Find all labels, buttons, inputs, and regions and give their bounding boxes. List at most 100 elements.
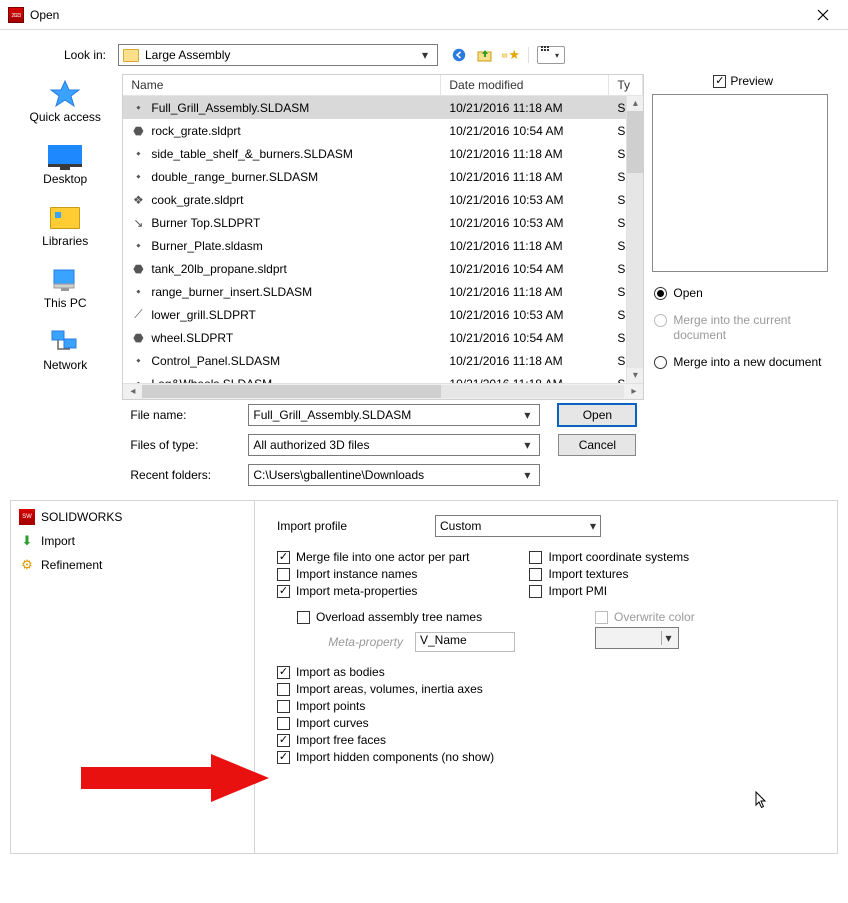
file-name: double_range_burner.SLDASM [151, 170, 318, 184]
file-list: Name Date modified Ty ⬩Full_Grill_Assemb… [122, 74, 644, 400]
file-name: cook_grate.sldprt [151, 193, 243, 207]
place-pc[interactable]: This PC [12, 266, 118, 310]
place-lib[interactable]: Libraries [12, 204, 118, 248]
title-bar: Open [0, 0, 848, 30]
side-solidworks[interactable]: SW SOLIDWORKS [11, 505, 254, 529]
recent-combo[interactable]: C:\Users\gballentine\Downloads ▾ [248, 464, 540, 486]
chk-overload-label: Overload assembly tree names [316, 610, 482, 624]
radio-merge-new[interactable] [654, 356, 667, 369]
file-row[interactable]: ⬩Control_Panel.SLDASM10/21/2016 11:18 AM… [123, 349, 643, 372]
color-combo[interactable]: ▾ [595, 627, 679, 649]
chk-overwrite-color-label: Overwrite color [614, 610, 695, 624]
place-desktop[interactable]: Desktop [12, 142, 118, 186]
chk-areas-label: Import areas, volumes, inertia axes [296, 682, 483, 696]
chk-instance-names-label: Import instance names [296, 567, 417, 581]
side-import[interactable]: ⬇ Import [11, 529, 254, 553]
file-date: 10/21/2016 10:54 AM [441, 124, 609, 138]
chk-coord-sys[interactable] [529, 551, 542, 564]
chk-points[interactable] [277, 700, 290, 713]
col-type[interactable]: Ty [609, 75, 643, 95]
col-date[interactable]: Date modified [441, 75, 609, 95]
file-date: 10/21/2016 11:18 AM [441, 147, 609, 161]
filename-combo[interactable]: Full_Grill_Assembly.SLDASM ▾ [248, 404, 540, 426]
place-quick[interactable]: Quick access [12, 80, 118, 124]
chk-overload[interactable] [297, 611, 310, 624]
chk-curves-label: Import curves [296, 716, 369, 730]
cancel-button[interactable]: Cancel [558, 434, 636, 456]
file-row[interactable]: ↘Burner Top.SLDPRT10/21/2016 10:53 AMSC [123, 211, 643, 234]
file-row[interactable]: ⬩Leg&Wheels.SLDASM10/21/2016 11:18 AMSC [123, 372, 643, 383]
file-date: 10/21/2016 10:54 AM [441, 262, 609, 276]
chk-curves[interactable] [277, 717, 290, 730]
filetype-combo[interactable]: All authorized 3D files ▾ [248, 434, 540, 456]
network-icon [48, 328, 82, 356]
file-row[interactable]: ❖cook_grate.sldprt10/21/2016 10:53 AMSC [123, 188, 643, 211]
chk-coord-sys-label: Import coordinate systems [548, 550, 689, 564]
chk-free-faces[interactable] [277, 734, 290, 747]
file-date: 10/21/2016 11:18 AM [441, 377, 609, 383]
file-type-icon: ⬩ [131, 101, 145, 115]
file-name: lower_grill.SLDPRT [151, 308, 255, 322]
chk-meta-props[interactable] [277, 585, 290, 598]
solidworks-icon: SW [19, 509, 35, 525]
this-pc-icon [48, 266, 82, 294]
radio-merge-new-label: Merge into a new document [673, 355, 821, 370]
file-row[interactable]: ⬣tank_20lb_propane.sldprt10/21/2016 10:5… [123, 257, 643, 280]
file-row[interactable]: ⬩range_burner_insert.SLDASM10/21/2016 11… [123, 280, 643, 303]
options-body: Import profile Custom ▾ Merge file into … [255, 501, 837, 853]
file-type-icon: ⟋ [131, 308, 145, 322]
profile-combo[interactable]: Custom ▾ [435, 515, 601, 537]
radio-open[interactable] [654, 287, 667, 300]
chk-pmi-label: Import PMI [548, 584, 607, 598]
chk-pmi[interactable] [529, 585, 542, 598]
chevron-down-icon: ▾ [519, 468, 535, 482]
place-label: Desktop [43, 172, 87, 186]
chk-instance-names[interactable] [277, 568, 290, 581]
horizontal-scrollbar[interactable]: ◂ ▸ [123, 383, 643, 399]
file-row[interactable]: ⬣wheel.SLDPRT10/21/2016 10:54 AMSC [123, 326, 643, 349]
file-row[interactable]: ⬩side_table_shelf_&_burners.SLDASM10/21/… [123, 142, 643, 165]
file-date: 10/21/2016 10:54 AM [441, 331, 609, 345]
nav-newfolder-button[interactable]: ★ [502, 46, 520, 64]
file-name: Leg&Wheels.SLDASM [151, 377, 272, 383]
file-row[interactable]: ⬩double_range_burner.SLDASM10/21/2016 11… [123, 165, 643, 188]
file-row[interactable]: ⬩Full_Grill_Assembly.SLDASM10/21/2016 11… [123, 96, 643, 119]
chk-as-bodies[interactable] [277, 666, 290, 679]
scroll-right-arrow[interactable]: ▸ [626, 385, 641, 398]
chk-textures[interactable] [529, 568, 542, 581]
place-net[interactable]: Network [12, 328, 118, 372]
side-refinement[interactable]: ⚙ Refinement [11, 553, 254, 577]
file-row[interactable]: ⟋lower_grill.SLDPRT10/21/2016 10:53 AMSC [123, 303, 643, 326]
side-solidworks-label: SOLIDWORKS [41, 510, 122, 524]
file-date: 10/21/2016 10:53 AM [441, 308, 609, 322]
hscroll-thumb[interactable] [142, 385, 441, 398]
nav-up-button[interactable] [476, 46, 494, 64]
open-button[interactable]: Open [558, 404, 636, 426]
scroll-left-arrow[interactable]: ◂ [125, 385, 140, 398]
quick-access-icon [48, 80, 82, 108]
vertical-scrollbar[interactable]: ▴ ▾ [626, 96, 643, 383]
meta-prop-input[interactable]: V_Name [415, 632, 515, 652]
lookin-folder-combo[interactable]: Large Assembly ▾ [118, 44, 438, 66]
file-type-icon: ⬩ [131, 170, 145, 184]
nav-back-button[interactable] [450, 46, 468, 64]
places-bar: Quick access Desktop Libraries This PC Netwo… [12, 74, 118, 486]
scroll-thumb[interactable] [627, 111, 643, 173]
file-type-icon: ⬣ [131, 331, 145, 345]
close-button[interactable] [804, 4, 842, 26]
chevron-down-icon: ▾ [519, 408, 535, 422]
side-import-label: Import [41, 534, 75, 548]
preview-checkbox[interactable] [713, 75, 726, 88]
chk-merge-actor[interactable] [277, 551, 290, 564]
chk-hidden[interactable] [277, 751, 290, 764]
file-row[interactable]: ⬣rock_grate.sldprt10/21/2016 10:54 AMSC [123, 119, 643, 142]
scroll-down-arrow[interactable]: ▾ [627, 368, 643, 383]
chk-overwrite-color [595, 611, 608, 624]
import-options: SW SOLIDWORKS ⬇ Import ⚙ Refinement Impo… [10, 500, 838, 854]
col-name[interactable]: Name [123, 75, 441, 95]
view-mode-button[interactable]: ▾ [537, 46, 565, 64]
chk-areas[interactable] [277, 683, 290, 696]
open-button-label: Open [583, 408, 612, 422]
file-row[interactable]: ⬩Burner_Plate.sldasm10/21/2016 11:18 AMS… [123, 234, 643, 257]
scroll-up-arrow[interactable]: ▴ [627, 96, 643, 111]
